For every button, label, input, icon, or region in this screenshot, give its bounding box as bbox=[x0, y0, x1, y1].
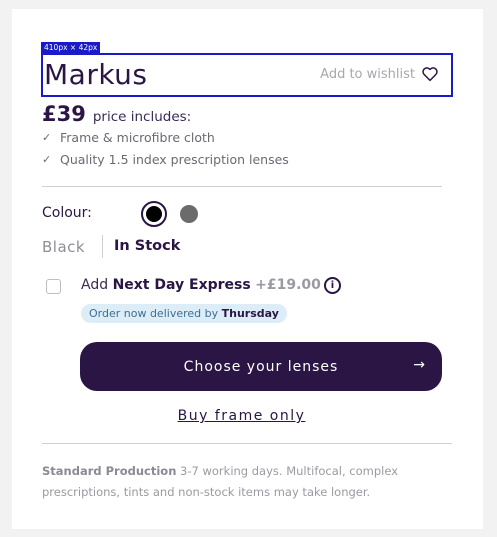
check-icon: ✓ bbox=[42, 131, 52, 144]
production-title: Standard Production bbox=[42, 464, 177, 478]
feature-label: Frame & microfibre cloth bbox=[60, 130, 215, 145]
feature-label: Quality 1.5 index prescription lenses bbox=[60, 152, 289, 167]
heart-icon bbox=[422, 67, 438, 82]
choose-lenses-button[interactable]: Choose your lenses → bbox=[80, 342, 442, 391]
selected-colour-name: Black bbox=[42, 238, 86, 256]
price-row: £39 price includes: bbox=[42, 102, 191, 126]
delivery-text: Order now delivered by bbox=[89, 307, 219, 320]
feature-item: ✓ Quality 1.5 index prescription lenses bbox=[42, 152, 289, 167]
express-prefix: Add bbox=[81, 277, 109, 293]
delivery-day: Thursday bbox=[221, 307, 279, 320]
colour-swatch-grey[interactable] bbox=[180, 205, 198, 223]
delivery-badge: Order now delivered by Thursday bbox=[81, 304, 287, 323]
wishlist-label: Add to wishlist bbox=[320, 66, 415, 82]
express-name: Next Day Express bbox=[112, 277, 251, 293]
divider bbox=[42, 443, 452, 444]
stock-status: In Stock bbox=[114, 238, 181, 254]
express-option-label[interactable]: Add Next Day Express +£19.00 bbox=[81, 277, 321, 293]
price: £39 bbox=[42, 102, 86, 126]
colour-swatch-black[interactable] bbox=[141, 201, 167, 227]
divider bbox=[42, 186, 442, 187]
feature-item: ✓ Frame & microfibre cloth bbox=[42, 130, 215, 145]
buy-frame-only-link[interactable]: Buy frame only bbox=[0, 408, 483, 424]
colour-label: Colour: bbox=[42, 205, 92, 221]
express-checkbox[interactable] bbox=[46, 279, 61, 294]
add-to-wishlist-button[interactable]: Add to wishlist bbox=[320, 65, 439, 83]
arrow-right-icon: → bbox=[413, 357, 426, 373]
info-icon[interactable]: i bbox=[324, 277, 341, 294]
check-icon: ✓ bbox=[42, 153, 52, 166]
express-price: +£19.00 bbox=[255, 277, 321, 293]
product-title: Markus bbox=[44, 58, 148, 91]
product-header: Markus Add to wishlist bbox=[41, 53, 453, 97]
size-debug-tag: 410px × 42px bbox=[41, 42, 101, 53]
production-note: Standard Production 3-7 working days. Mu… bbox=[42, 461, 412, 503]
price-includes-label: price includes: bbox=[92, 109, 192, 125]
choose-lenses-label: Choose your lenses bbox=[183, 358, 339, 375]
stock-separator bbox=[102, 235, 103, 258]
